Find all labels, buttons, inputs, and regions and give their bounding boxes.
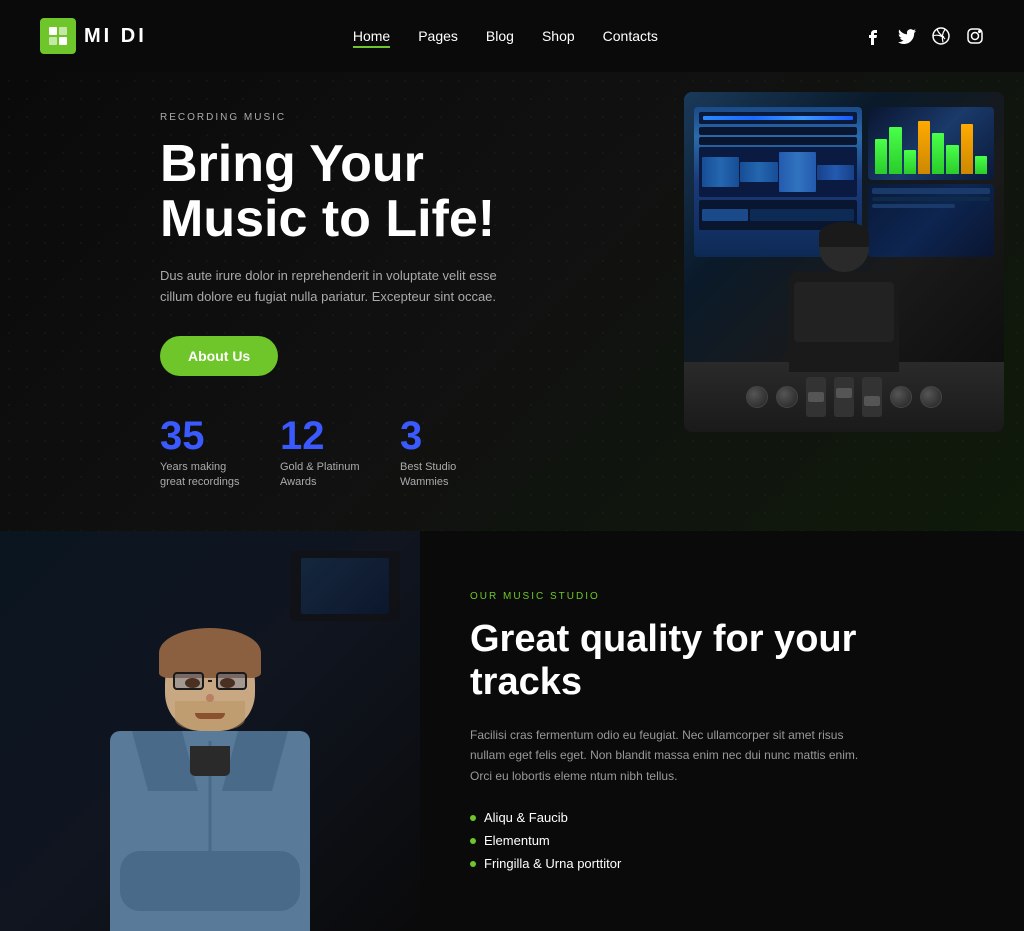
nav-blog[interactable]: Blog <box>486 28 514 44</box>
stat-awards: 12 Gold & Platinum Awards <box>280 416 360 491</box>
stat-years-label: Years making great recordings <box>160 460 240 491</box>
studio-description: Facilisi cras fermentum odio eu feugiat.… <box>470 725 870 786</box>
twitter-icon[interactable] <box>898 27 916 45</box>
stat-awards-label: Gold & Platinum Awards <box>280 460 360 491</box>
social-links <box>864 27 984 45</box>
nav-contacts[interactable]: Contacts <box>603 28 658 44</box>
stat-awards-number: 12 <box>280 416 360 456</box>
stat-wammies-number: 3 <box>400 416 480 456</box>
feature-item-2: Fringilla & Urna porttitor <box>470 856 974 871</box>
hero-section: RECORDING MUSIC Bring Your Music to Life… <box>0 72 1024 531</box>
hero-content: RECORDING MUSIC Bring Your Music to Life… <box>0 72 684 531</box>
dribbble-icon[interactable] <box>932 27 950 45</box>
stat-wammies-label: Best Studio Wammies <box>400 460 480 491</box>
feature-item-1: Elementum <box>470 833 974 848</box>
studio-title-line2: tracks <box>470 661 582 703</box>
nav-shop[interactable]: Shop <box>542 28 575 44</box>
studio-section-title: Great quality for your tracks <box>470 618 974 705</box>
feature-dot-0 <box>470 815 476 821</box>
instagram-icon[interactable] <box>966 27 984 45</box>
studio-section-label: OUR MUSIC STUDIO <box>470 591 974 602</box>
hero-title-line2: Music to Life! <box>160 190 495 248</box>
header: MI DI Home Pages Blog Shop Contacts <box>0 0 1024 72</box>
feature-label-2: Fringilla & Urna porttitor <box>484 856 621 871</box>
hero-description: Dus aute irure dolor in reprehenderit in… <box>160 266 500 308</box>
feature-item-0: Aliqu & Faucib <box>470 810 974 825</box>
studio-title-line1: Great quality for your <box>470 618 856 660</box>
feature-dot-1 <box>470 838 476 844</box>
studio-image <box>684 92 1004 432</box>
logo-text: MI DI <box>84 25 147 48</box>
hero-title-line1: Bring Your <box>160 135 424 193</box>
logo-icon <box>40 18 76 54</box>
about-us-button[interactable]: About Us <box>160 336 278 376</box>
main-nav: Home Pages Blog Shop Contacts <box>353 28 658 44</box>
facebook-icon[interactable] <box>864 27 882 45</box>
person-photo <box>0 531 420 931</box>
nav-home[interactable]: Home <box>353 28 390 44</box>
feature-label-0: Aliqu & Faucib <box>484 810 568 825</box>
stat-wammies: 3 Best Studio Wammies <box>400 416 480 491</box>
feature-label-1: Elementum <box>484 833 550 848</box>
stat-years-number: 35 <box>160 416 240 456</box>
hero-title: Bring Your Music to Life! <box>160 137 644 246</box>
nav-pages[interactable]: Pages <box>418 28 458 44</box>
stat-years: 35 Years making great recordings <box>160 416 240 491</box>
feature-dot-2 <box>470 861 476 867</box>
person-placeholder <box>0 531 420 931</box>
logo[interactable]: MI DI <box>40 18 147 54</box>
hero-image-area <box>684 72 1024 531</box>
studio-img-placeholder <box>684 92 1004 432</box>
feature-list: Aliqu & Faucib Elementum Fringilla & Urn… <box>470 810 974 871</box>
studio-info: OUR MUSIC STUDIO Great quality for your … <box>420 531 1024 931</box>
stats-row: 35 Years making great recordings 12 Gold… <box>160 416 644 491</box>
studio-quality-section: OUR MUSIC STUDIO Great quality for your … <box>0 531 1024 931</box>
recording-label: RECORDING MUSIC <box>160 112 644 123</box>
